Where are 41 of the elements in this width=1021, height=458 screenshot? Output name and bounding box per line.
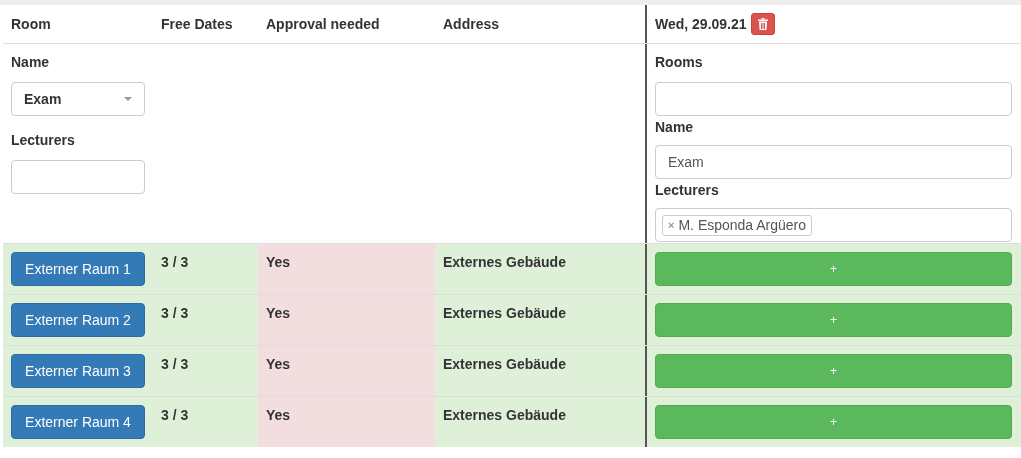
room-button[interactable]: Externer Raum 4 (11, 405, 145, 439)
remove-tag-button[interactable]: × (668, 216, 675, 234)
column-header: Free Dates (161, 14, 233, 34)
name-field[interactable]: Exam (655, 145, 1012, 179)
caret-icon (124, 97, 132, 101)
free-dates-cell: 3 / 3 (161, 254, 189, 270)
approval-cell: Yes (258, 397, 435, 447)
date-header: Wed, 29.09.21 (655, 14, 747, 34)
name-select[interactable]: Exam (11, 82, 145, 116)
lecturer-tag[interactable]: × M. Esponda Argüero (662, 214, 813, 236)
address-cell: Externes Gebäude (443, 407, 566, 423)
field-label: Name (655, 118, 695, 137)
field-label: Rooms (655, 53, 704, 72)
free-dates-cell: 3 / 3 (161, 356, 189, 372)
approval-cell: Yes (258, 244, 435, 294)
tag-label: M. Esponda Argüero (678, 215, 807, 235)
room-button[interactable]: Externer Raum 3 (11, 354, 145, 388)
free-dates-cell: 3 / 3 (161, 407, 189, 423)
address-cell: Externes Gebäude (443, 356, 566, 372)
column-header: Address (443, 14, 500, 34)
add-button[interactable]: + (655, 252, 1012, 286)
lecturers-tag-field[interactable]: × M. Esponda Argüero (655, 208, 1012, 242)
approval-cell: Yes (258, 295, 435, 345)
column-header: Room (11, 14, 51, 34)
room-button[interactable]: Externer Raum 1 (11, 252, 145, 286)
column-header: Approval needed (266, 14, 380, 34)
add-button[interactable]: + (655, 405, 1012, 439)
add-button[interactable]: + (655, 354, 1012, 388)
delete-button[interactable] (750, 13, 775, 35)
trash-icon (757, 18, 768, 30)
add-button[interactable]: + (655, 303, 1012, 337)
room-button[interactable]: Externer Raum 2 (11, 303, 145, 337)
field-label: Name (11, 53, 51, 72)
field-label: Lecturers (11, 131, 76, 150)
address-cell: Externes Gebäude (443, 254, 566, 270)
address-cell: Externes Gebäude (443, 305, 566, 321)
approval-cell: Yes (258, 346, 435, 396)
field-label: Lecturers (655, 181, 720, 200)
rooms-field[interactable] (655, 82, 1012, 116)
free-dates-cell: 3 / 3 (161, 305, 189, 321)
lecturers-field[interactable] (11, 160, 145, 194)
